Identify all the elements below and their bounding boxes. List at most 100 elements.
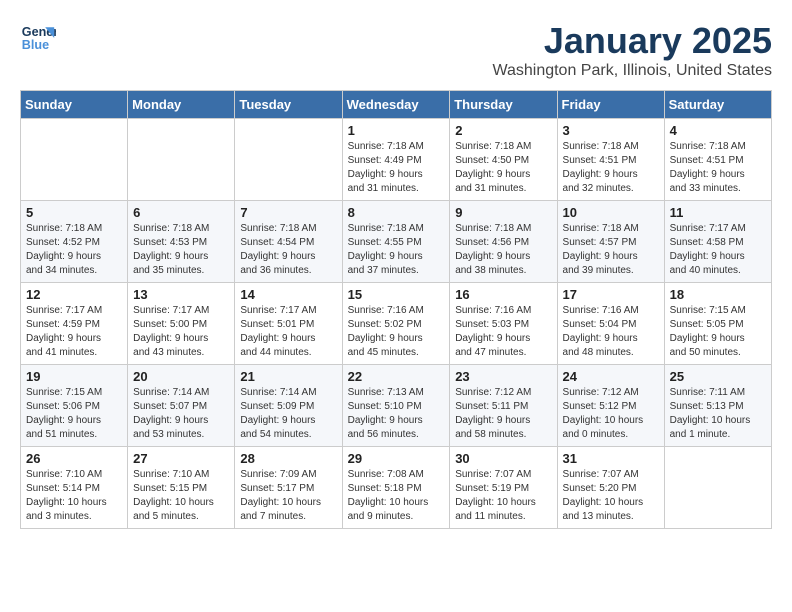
calendar-cell: 14 Sunrise: 7:17 AM Sunset: 5:01 PM Dayli… (235, 283, 342, 365)
weekday-header-row: SundayMondayTuesdayWednesdayThursdayFrid… (21, 91, 772, 119)
weekday-header-thursday: Thursday (450, 91, 557, 119)
day-number: 3 (563, 123, 659, 138)
calendar-cell (128, 119, 235, 201)
calendar-cell: 31 Sunrise: 7:07 AM Sunset: 5:20 PM Dayli… (557, 447, 664, 529)
week-row-2: 5 Sunrise: 7:18 AM Sunset: 4:52 PM Daylig… (21, 201, 772, 283)
day-info: Sunrise: 7:16 AM Sunset: 5:04 PM Dayligh… (563, 304, 659, 360)
day-info: Sunrise: 7:17 AM Sunset: 4:58 PM Dayligh… (670, 222, 766, 278)
week-row-3: 12 Sunrise: 7:17 AM Sunset: 4:59 PM Dayli… (21, 283, 772, 365)
day-info: Sunrise: 7:18 AM Sunset: 4:51 PM Dayligh… (670, 140, 766, 196)
day-info: Sunrise: 7:14 AM Sunset: 5:09 PM Dayligh… (240, 386, 336, 442)
day-info: Sunrise: 7:16 AM Sunset: 5:03 PM Dayligh… (455, 304, 551, 360)
calendar-table: SundayMondayTuesdayWednesdayThursdayFrid… (20, 90, 772, 529)
header: General Blue January 2025 Washington Par… (20, 20, 772, 80)
day-number: 26 (26, 451, 122, 466)
day-number: 9 (455, 205, 551, 220)
day-number: 18 (670, 287, 766, 302)
day-info: Sunrise: 7:18 AM Sunset: 4:52 PM Dayligh… (26, 222, 122, 278)
calendar-cell: 28 Sunrise: 7:09 AM Sunset: 5:17 PM Dayli… (235, 447, 342, 529)
logo: General Blue (20, 20, 56, 56)
day-info: Sunrise: 7:18 AM Sunset: 4:57 PM Dayligh… (563, 222, 659, 278)
weekday-header-monday: Monday (128, 91, 235, 119)
calendar-title: January 2025 (492, 20, 772, 62)
day-number: 4 (670, 123, 766, 138)
day-info: Sunrise: 7:15 AM Sunset: 5:06 PM Dayligh… (26, 386, 122, 442)
day-number: 28 (240, 451, 336, 466)
day-info: Sunrise: 7:12 AM Sunset: 5:11 PM Dayligh… (455, 386, 551, 442)
calendar-cell: 13 Sunrise: 7:17 AM Sunset: 5:00 PM Dayli… (128, 283, 235, 365)
weekday-header-tuesday: Tuesday (235, 91, 342, 119)
calendar-cell: 22Sunrise: 7:13 AM Sunset: 5:10 PM Dayli… (342, 365, 450, 447)
weekday-header-friday: Friday (557, 91, 664, 119)
day-number: 22 (348, 369, 445, 384)
day-info: Sunrise: 7:17 AM Sunset: 5:00 PM Dayligh… (133, 304, 229, 360)
calendar-cell: 11Sunrise: 7:17 AM Sunset: 4:58 PM Dayli… (664, 201, 771, 283)
calendar-cell (664, 447, 771, 529)
day-info: Sunrise: 7:09 AM Sunset: 5:17 PM Dayligh… (240, 468, 336, 524)
svg-text:Blue: Blue (22, 38, 49, 52)
day-info: Sunrise: 7:15 AM Sunset: 5:05 PM Dayligh… (670, 304, 766, 360)
day-info: Sunrise: 7:07 AM Sunset: 5:19 PM Dayligh… (455, 468, 551, 524)
day-info: Sunrise: 7:08 AM Sunset: 5:18 PM Dayligh… (348, 468, 445, 524)
day-info: Sunrise: 7:17 AM Sunset: 4:59 PM Dayligh… (26, 304, 122, 360)
day-number: 19 (26, 369, 122, 384)
calendar-cell: 8 Sunrise: 7:18 AM Sunset: 4:55 PM Daylig… (342, 201, 450, 283)
calendar-cell: 18 Sunrise: 7:15 AM Sunset: 5:05 PM Dayli… (664, 283, 771, 365)
calendar-subtitle: Washington Park, Illinois, United States (492, 62, 772, 80)
day-number: 6 (133, 205, 229, 220)
day-info: Sunrise: 7:18 AM Sunset: 4:54 PM Dayligh… (240, 222, 336, 278)
calendar-cell: 7 Sunrise: 7:18 AM Sunset: 4:54 PM Daylig… (235, 201, 342, 283)
day-number: 17 (563, 287, 659, 302)
day-info: Sunrise: 7:17 AM Sunset: 5:01 PM Dayligh… (240, 304, 336, 360)
day-number: 31 (563, 451, 659, 466)
calendar-cell: 25 Sunrise: 7:11 AM Sunset: 5:13 PM Dayli… (664, 365, 771, 447)
day-info: Sunrise: 7:10 AM Sunset: 5:15 PM Dayligh… (133, 468, 229, 524)
calendar-cell: 21 Sunrise: 7:14 AM Sunset: 5:09 PM Dayli… (235, 365, 342, 447)
weekday-header-wednesday: Wednesday (342, 91, 450, 119)
day-number: 14 (240, 287, 336, 302)
day-info: Sunrise: 7:16 AM Sunset: 5:02 PM Dayligh… (348, 304, 445, 360)
day-info: Sunrise: 7:11 AM Sunset: 5:13 PM Dayligh… (670, 386, 766, 442)
weekday-header-saturday: Saturday (664, 91, 771, 119)
day-number: 16 (455, 287, 551, 302)
calendar-cell: 12 Sunrise: 7:17 AM Sunset: 4:59 PM Dayli… (21, 283, 128, 365)
calendar-cell: 9Sunrise: 7:18 AM Sunset: 4:56 PM Daylig… (450, 201, 557, 283)
day-number: 24 (563, 369, 659, 384)
calendar-cell: 29Sunrise: 7:08 AM Sunset: 5:18 PM Dayli… (342, 447, 450, 529)
calendar-cell: 1Sunrise: 7:18 AM Sunset: 4:49 PM Daylig… (342, 119, 450, 201)
logo-icon: General Blue (20, 20, 56, 56)
calendar-cell: 17 Sunrise: 7:16 AM Sunset: 5:04 PM Dayli… (557, 283, 664, 365)
calendar-cell: 19 Sunrise: 7:15 AM Sunset: 5:06 PM Dayli… (21, 365, 128, 447)
day-info: Sunrise: 7:18 AM Sunset: 4:53 PM Dayligh… (133, 222, 229, 278)
calendar-cell (235, 119, 342, 201)
week-row-1: 1Sunrise: 7:18 AM Sunset: 4:49 PM Daylig… (21, 119, 772, 201)
day-info: Sunrise: 7:18 AM Sunset: 4:55 PM Dayligh… (348, 222, 445, 278)
calendar-cell: 16 Sunrise: 7:16 AM Sunset: 5:03 PM Dayli… (450, 283, 557, 365)
day-number: 10 (563, 205, 659, 220)
calendar-cell: 20 Sunrise: 7:14 AM Sunset: 5:07 PM Dayli… (128, 365, 235, 447)
calendar-cell (21, 119, 128, 201)
day-info: Sunrise: 7:10 AM Sunset: 5:14 PM Dayligh… (26, 468, 122, 524)
day-number: 20 (133, 369, 229, 384)
day-number: 1 (348, 123, 445, 138)
day-number: 8 (348, 205, 445, 220)
day-number: 12 (26, 287, 122, 302)
day-info: Sunrise: 7:07 AM Sunset: 5:20 PM Dayligh… (563, 468, 659, 524)
day-number: 5 (26, 205, 122, 220)
day-number: 13 (133, 287, 229, 302)
calendar-cell: 24Sunrise: 7:12 AM Sunset: 5:12 PM Dayli… (557, 365, 664, 447)
calendar-cell: 23 Sunrise: 7:12 AM Sunset: 5:11 PM Dayli… (450, 365, 557, 447)
day-info: Sunrise: 7:18 AM Sunset: 4:50 PM Dayligh… (455, 140, 551, 196)
day-number: 30 (455, 451, 551, 466)
day-number: 2 (455, 123, 551, 138)
calendar-cell: 5 Sunrise: 7:18 AM Sunset: 4:52 PM Daylig… (21, 201, 128, 283)
calendar-cell: 4 Sunrise: 7:18 AM Sunset: 4:51 PM Daylig… (664, 119, 771, 201)
calendar-cell: 30 Sunrise: 7:07 AM Sunset: 5:19 PM Dayli… (450, 447, 557, 529)
day-number: 7 (240, 205, 336, 220)
day-number: 25 (670, 369, 766, 384)
day-number: 15 (348, 287, 445, 302)
day-info: Sunrise: 7:18 AM Sunset: 4:51 PM Dayligh… (563, 140, 659, 196)
day-number: 21 (240, 369, 336, 384)
day-info: Sunrise: 7:14 AM Sunset: 5:07 PM Dayligh… (133, 386, 229, 442)
day-number: 23 (455, 369, 551, 384)
